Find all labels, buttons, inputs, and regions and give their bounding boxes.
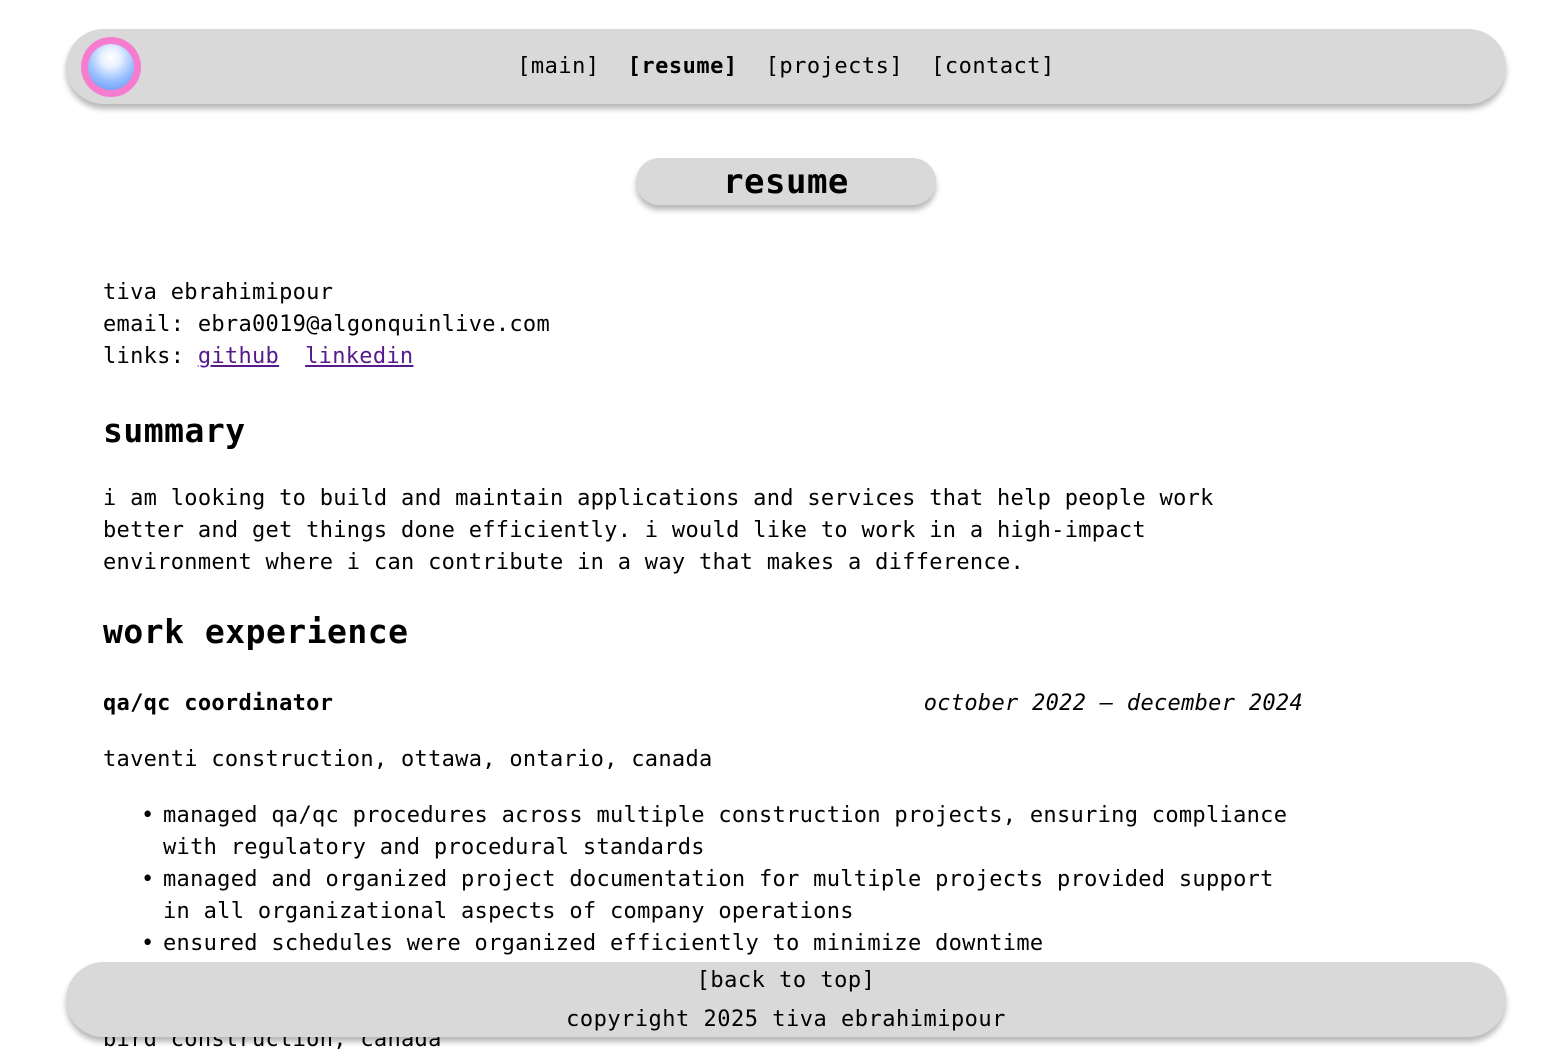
job-bullets: managed qa/qc procedures across multiple… [103,800,1303,960]
nav-link-projects[interactable]: [projects] [766,54,903,79]
linkedin-link[interactable]: linkedin [305,344,413,369]
links-label: links: [103,344,185,369]
job-company: taventi construction, ottawa, ontario, c… [103,747,713,772]
github-link[interactable]: github [198,344,279,369]
list-item: managed qa/qc procedures across multiple… [141,800,1303,864]
email-value: ebra0019@algonquinlive.com [197,312,551,337]
nav-links: [main] [resume] [projects] [contact] [66,29,1506,104]
contact-email-line: email: ebra0019@algonquinlive.com [103,309,1303,341]
list-item: managed and organized project documentat… [141,864,1303,928]
job-dates: october 2022 – december 2024 [923,691,1303,716]
nav-link-resume[interactable]: [resume] [628,54,738,79]
list-item: ensured schedules were organized efficie… [141,928,1303,960]
summary-text: i am looking to build and maintain appli… [103,486,1214,575]
contact-name: tiva ebrahimipour [103,280,334,305]
footer-bar: [back to top] copyright 2025 tiva ebrahi… [66,962,1506,1037]
summary-heading: summary [103,411,246,450]
page-title: resume [636,158,936,205]
nav-link-main[interactable]: [main] [517,54,599,79]
job-title: qa/qc coordinator [103,691,334,716]
top-nav-bar: [main] [resume] [projects] [contact] [66,29,1506,104]
job-header: qa/qc coordinator october 2022 – decembe… [103,688,1303,720]
work-experience-heading: work experience [103,612,409,651]
contact-links-line: links: github linkedin [103,341,1303,373]
nav-link-contact[interactable]: [contact] [931,54,1055,79]
copyright-text: copyright 2025 tiva ebrahimipour [566,1007,1006,1032]
back-to-top-link[interactable]: [back to top] [66,966,1506,996]
resume-content: tiva ebrahimipour email: ebra0019@algonq… [103,277,1303,1056]
email-label: email: [103,312,185,337]
